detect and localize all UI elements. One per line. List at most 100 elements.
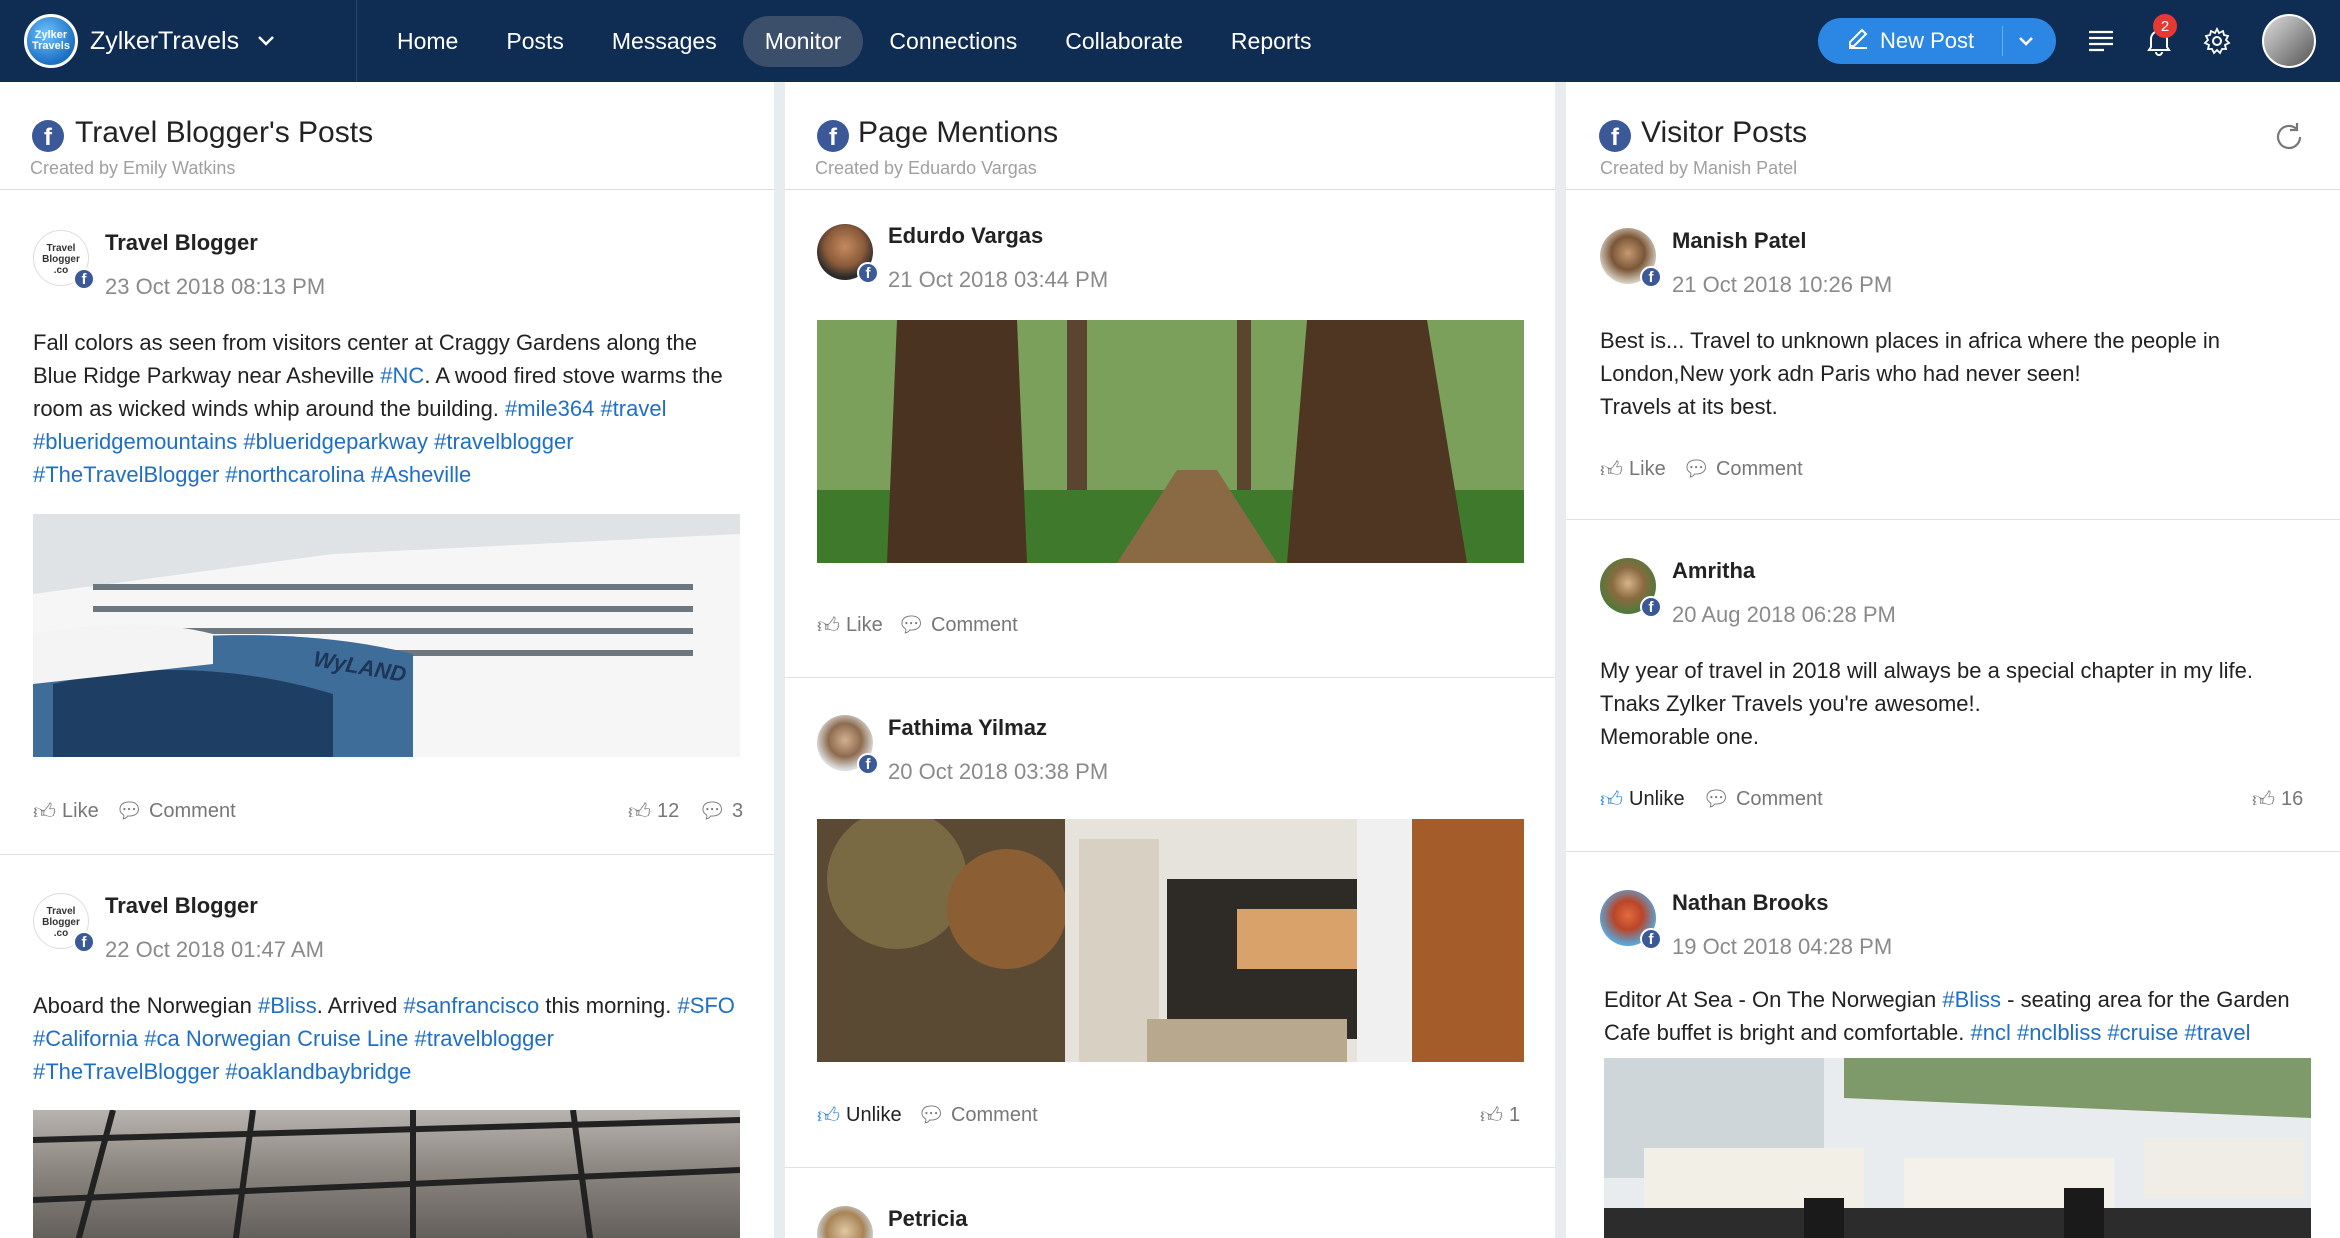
post-author[interactable]: Amritha bbox=[1672, 558, 1755, 584]
like-button[interactable]: 👍︎ Like bbox=[33, 798, 99, 825]
pen-icon bbox=[1846, 26, 1870, 56]
post-image[interactable] bbox=[817, 320, 1524, 563]
facebook-badge-icon: f bbox=[1640, 596, 1662, 618]
facebook-icon: f bbox=[1599, 120, 1631, 152]
hashtag[interactable]: #Bliss bbox=[1942, 987, 2001, 1012]
new-post-button[interactable]: New Post bbox=[1818, 18, 2056, 64]
post-text: Editor At Sea - On The Norwegian #Bliss … bbox=[1604, 983, 2314, 1049]
avatar[interactable]: f bbox=[1600, 890, 1662, 950]
user-avatar[interactable] bbox=[2262, 14, 2316, 68]
column-travel-blogger-posts-content: f Travel Blogger's Posts Created by Emil… bbox=[0, 82, 774, 1238]
nav-collaborate[interactable]: Collaborate bbox=[1043, 16, 1205, 67]
nav-messages[interactable]: Messages bbox=[590, 16, 739, 67]
nav-posts[interactable]: Posts bbox=[484, 16, 586, 67]
comment-button[interactable]: 💬︎ Comment bbox=[1682, 456, 1803, 482]
avatar[interactable]: f bbox=[1600, 228, 1662, 288]
nav-connections[interactable]: Connections bbox=[867, 16, 1039, 67]
comment-label: Comment bbox=[930, 613, 1018, 636]
facebook-icon: f bbox=[817, 120, 849, 152]
like-button[interactable]: 👍︎ Like bbox=[1600, 456, 1666, 483]
new-post-dropdown-icon[interactable] bbox=[2018, 27, 2034, 61]
comment-label: Comment bbox=[1735, 787, 1823, 810]
comment-button[interactable]: 💬︎ Comment bbox=[917, 1102, 1038, 1128]
like-label: Unlike bbox=[1629, 788, 1685, 810]
comment-label: Comment bbox=[950, 1103, 1038, 1126]
post-date: 22 Oct 2018 01:47 AM bbox=[105, 937, 324, 962]
chevron-down-icon[interactable] bbox=[257, 30, 275, 53]
avatar[interactable]: f bbox=[1600, 558, 1662, 618]
unlike-button[interactable]: 👍︎ Unlike bbox=[1600, 786, 1685, 813]
likes-count[interactable]: 👍︎ 12 bbox=[628, 798, 679, 825]
gear-icon[interactable] bbox=[2202, 26, 2232, 56]
comments-count[interactable]: 💬︎ 3 bbox=[698, 798, 743, 824]
interior-illustration bbox=[817, 819, 1524, 1062]
unlike-button[interactable]: 👍︎ Unlike bbox=[817, 1102, 902, 1129]
comment-label: Comment bbox=[148, 799, 236, 822]
post-actions: 👍︎ Unlike 💬︎ Comment 👍︎ 16 bbox=[1566, 768, 2340, 828]
nav-reports[interactable]: Reports bbox=[1209, 16, 1334, 67]
comment-button[interactable]: 💬︎ Comment bbox=[1702, 786, 1823, 812]
post-card: f Manish Patel 21 Oct 2018 10:26 PM Best… bbox=[1566, 190, 2340, 520]
divider bbox=[2002, 26, 2003, 56]
cafe-illustration bbox=[1604, 1058, 2311, 1238]
post-date: 20 Oct 2018 03:38 PM bbox=[888, 759, 1109, 784]
avatar[interactable] bbox=[817, 1206, 873, 1238]
post-image[interactable] bbox=[817, 819, 1524, 1062]
window-view-illustration bbox=[33, 1110, 740, 1238]
like-button[interactable]: 👍︎ Like bbox=[817, 612, 883, 639]
post-actions: 👍︎ Unlike 💬︎ Comment 👍︎ 1 bbox=[785, 1084, 1555, 1144]
facebook-badge-icon: f bbox=[73, 268, 95, 290]
post-author[interactable]: Petricia bbox=[888, 1206, 968, 1232]
likes-count[interactable]: 👍︎ 16 bbox=[2252, 786, 2303, 813]
comment-icon: 💬︎ bbox=[897, 612, 925, 637]
likes-count[interactable]: 👍︎ 1 bbox=[1480, 1102, 1520, 1129]
post-author[interactable]: Fathima Yilmaz bbox=[888, 715, 1047, 741]
post-image[interactable] bbox=[33, 1110, 740, 1238]
thumbs-up-icon: 👍︎ bbox=[33, 799, 56, 824]
post-text: Fall colors as seen from visitors center… bbox=[33, 326, 743, 491]
hashtag[interactable]: #NC bbox=[380, 363, 424, 388]
post-author[interactable]: Travel Blogger bbox=[105, 230, 258, 256]
text-segment: Editor At Sea - On The Norwegian bbox=[1604, 987, 1943, 1012]
nav-home[interactable]: Home bbox=[375, 16, 480, 67]
post-date: 23 Oct 2018 08:13 PM bbox=[105, 274, 326, 299]
post-author[interactable]: Travel Blogger bbox=[105, 893, 258, 919]
post-card: f Amritha 20 Aug 2018 06:28 PM My year o… bbox=[1566, 520, 2340, 852]
thumbs-up-icon: 👍︎ bbox=[1600, 787, 1623, 812]
avatar-photo bbox=[817, 1206, 873, 1238]
forest-illustration bbox=[817, 320, 1524, 563]
hashtag[interactable]: #Bliss bbox=[258, 993, 317, 1018]
avatar[interactable]: f bbox=[817, 715, 879, 775]
notification-badge[interactable]: 2 bbox=[2153, 14, 2177, 38]
text-segment: . Arrived bbox=[316, 993, 404, 1018]
avatar[interactable]: Travel Blogger .co f bbox=[33, 893, 95, 953]
new-post-label: New Post bbox=[1880, 28, 1975, 53]
hashtag[interactable]: #ncl #nclbliss #cruise #travel bbox=[1970, 1020, 2250, 1045]
refresh-icon[interactable] bbox=[2272, 120, 2306, 163]
list-icon[interactable] bbox=[2086, 26, 2116, 56]
facebook-badge-icon: f bbox=[73, 931, 95, 953]
avatar[interactable]: f bbox=[817, 224, 879, 284]
post-card: f Edurdo Vargas 21 Oct 2018 03:44 PM 👍︎ L… bbox=[785, 190, 1555, 678]
post-author[interactable]: Edurdo Vargas bbox=[888, 223, 1043, 249]
avatar[interactable]: Travel Blogger .co f bbox=[33, 230, 95, 290]
like-label: Like bbox=[1629, 458, 1666, 480]
brand-switcher[interactable]: Zylker Travels ZylkerTravels bbox=[0, 0, 357, 82]
nav-monitor[interactable]: Monitor bbox=[742, 15, 864, 67]
text-segment: Aboard the Norwegian bbox=[33, 993, 259, 1018]
post-text: Aboard the Norwegian #Bliss. Arrived #sa… bbox=[33, 989, 743, 1088]
column-header: f Visitor Posts Created by Manish Patel bbox=[1566, 82, 2340, 190]
comment-button[interactable]: 💬︎ Comment bbox=[115, 798, 236, 824]
thumbs-up-icon: 👍︎ bbox=[1480, 1103, 1503, 1128]
hashtag[interactable]: #sanfrancisco bbox=[404, 993, 540, 1018]
post-actions: 👍︎ Like 💬︎ Comment bbox=[1566, 438, 2340, 498]
comment-button[interactable]: 💬︎ Comment bbox=[897, 612, 1018, 638]
comments-count-value: 3 bbox=[731, 799, 744, 822]
main-nav: Home Posts Messages Monitor Connections … bbox=[375, 0, 1337, 82]
brand-name: ZylkerTravels bbox=[90, 26, 240, 55]
like-label: Unlike bbox=[846, 1104, 902, 1126]
post-author[interactable]: Nathan Brooks bbox=[1672, 890, 1828, 916]
post-author[interactable]: Manish Patel bbox=[1672, 228, 1806, 254]
post-image[interactable] bbox=[1604, 1058, 2311, 1238]
post-image[interactable]: WyLAND bbox=[33, 514, 740, 757]
